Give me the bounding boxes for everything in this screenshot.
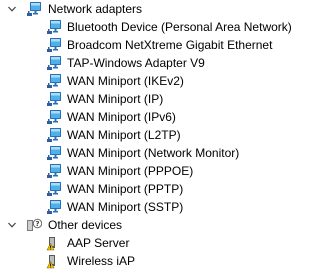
svg-text:?: ? [35, 220, 39, 228]
tree-item[interactable]: Wireless iAP [0, 252, 296, 270]
unknown-device-icon: ? [26, 217, 43, 233]
network-adapter-icon [46, 163, 62, 179]
tree-item-label: WAN Miniport (IPv6) [67, 110, 176, 124]
tree-item-label: WAN Miniport (SSTP) [67, 200, 184, 214]
network-adapter-icon [46, 109, 62, 125]
chevron-down-icon[interactable] [6, 216, 18, 234]
tree-item-label: Bluetooth Device (Personal Area Network) [67, 20, 292, 34]
tree-item[interactable]: WAN Miniport (IP) [0, 90, 296, 108]
tree-item-label: WAN Miniport (IKEv2) [67, 74, 184, 88]
tree-item[interactable]: AAP Server [0, 234, 296, 252]
chevron-down-icon[interactable] [6, 0, 18, 18]
tree-item-label: WAN Miniport (IP) [67, 92, 164, 106]
network-adapter-icon [46, 55, 62, 71]
tree-category-network-adapters[interactable]: Network adapters [0, 0, 296, 18]
unknown-device-warning-icon [46, 235, 62, 251]
tree-item[interactable]: WAN Miniport (IKEv2) [0, 72, 296, 90]
tree-item-label: Wireless iAP [67, 254, 136, 268]
tree-category-label: Other devices [48, 218, 123, 232]
tree-item-label: WAN Miniport (L2TP) [67, 128, 181, 142]
tree-item[interactable]: WAN Miniport (L2TP) [0, 126, 296, 144]
network-adapter-icon [26, 1, 42, 17]
tree-item-label: AAP Server [67, 236, 130, 250]
tree-item-label: WAN Miniport (PPPOE) [67, 164, 194, 178]
tree-item[interactable]: Broadcom NetXtreme Gigabit Ethernet [0, 36, 296, 54]
tree-item[interactable]: WAN Miniport (IPv6) [0, 108, 296, 126]
tree-category-other-devices[interactable]: ? Other devices [0, 216, 296, 234]
tree-item[interactable]: WAN Miniport (Network Monitor) [0, 144, 296, 162]
network-adapter-icon [46, 181, 62, 197]
tree-item[interactable]: Bluetooth Device (Personal Area Network) [0, 18, 296, 36]
network-adapter-icon [46, 37, 62, 53]
tree-item[interactable]: WAN Miniport (PPTP) [0, 180, 296, 198]
tree-item-label: TAP-Windows Adapter V9 [67, 56, 205, 70]
network-adapter-icon [46, 73, 62, 89]
tree-item-label: WAN Miniport (PPTP) [67, 182, 184, 196]
tree-item[interactable]: TAP-Windows Adapter V9 [0, 54, 296, 72]
tree-item-label: WAN Miniport (Network Monitor) [67, 146, 240, 160]
network-adapter-icon [46, 19, 62, 35]
tree-item[interactable]: WAN Miniport (SSTP) [0, 198, 296, 216]
network-adapter-icon [46, 91, 62, 107]
tree-item[interactable]: WAN Miniport (PPPOE) [0, 162, 296, 180]
unknown-device-warning-icon [46, 253, 62, 269]
network-adapter-icon [46, 199, 62, 215]
tree-category-label: Network adapters [48, 2, 143, 16]
network-adapter-icon [46, 127, 62, 143]
network-adapter-icon [46, 145, 62, 161]
tree-item-label: Broadcom NetXtreme Gigabit Ethernet [67, 38, 273, 52]
